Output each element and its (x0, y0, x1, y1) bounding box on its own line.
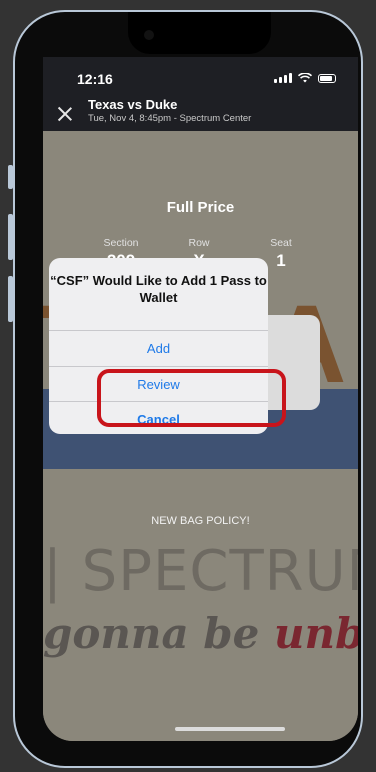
row-label: Row (188, 237, 210, 249)
phone-volume-down (8, 276, 13, 322)
phone-mute-switch (8, 165, 13, 189)
event-title: Texas vs Duke (88, 97, 178, 112)
front-camera (144, 30, 154, 40)
add-button-highlight (97, 369, 286, 427)
poster-venue-text: | SPECTRUM C (43, 539, 358, 604)
bag-policy-link[interactable]: NEW BAG POLICY! (43, 515, 358, 527)
phone-volume-up (8, 214, 13, 260)
cellular-signal-icon (274, 73, 292, 83)
status-icons (274, 73, 336, 83)
alert-title: “CSF” Would Like to Add 1 Pass to Wallet (50, 273, 267, 305)
event-subtitle: Tue, Nov 4, 8:45pm - Spectrum Center (88, 113, 252, 124)
poster-tagline-accent: unbeli (274, 609, 358, 658)
seat-label: Seat (270, 237, 292, 249)
status-bar: 12:16 (43, 57, 358, 101)
event-poster-image: TEXA | SPECTRUM C gonna be unbeli (43, 131, 358, 741)
wifi-icon (298, 73, 312, 83)
event-header: Texas vs Duke Tue, Nov 4, 8:45pm - Spect… (43, 97, 358, 131)
battery-icon (318, 73, 336, 83)
status-time: 12:16 (77, 71, 113, 87)
add-button[interactable]: Add (49, 330, 268, 365)
section-label: Section (103, 237, 139, 249)
poster-tagline-plain: gonna be (43, 609, 274, 658)
poster-tagline: gonna be unbeli (43, 609, 358, 658)
close-icon[interactable] (57, 106, 73, 122)
price-type-label: Full Price (166, 199, 235, 216)
home-indicator[interactable] (175, 727, 285, 731)
ticket-view: TEXA | SPECTRUM C gonna be unbeli Full P… (43, 131, 358, 741)
